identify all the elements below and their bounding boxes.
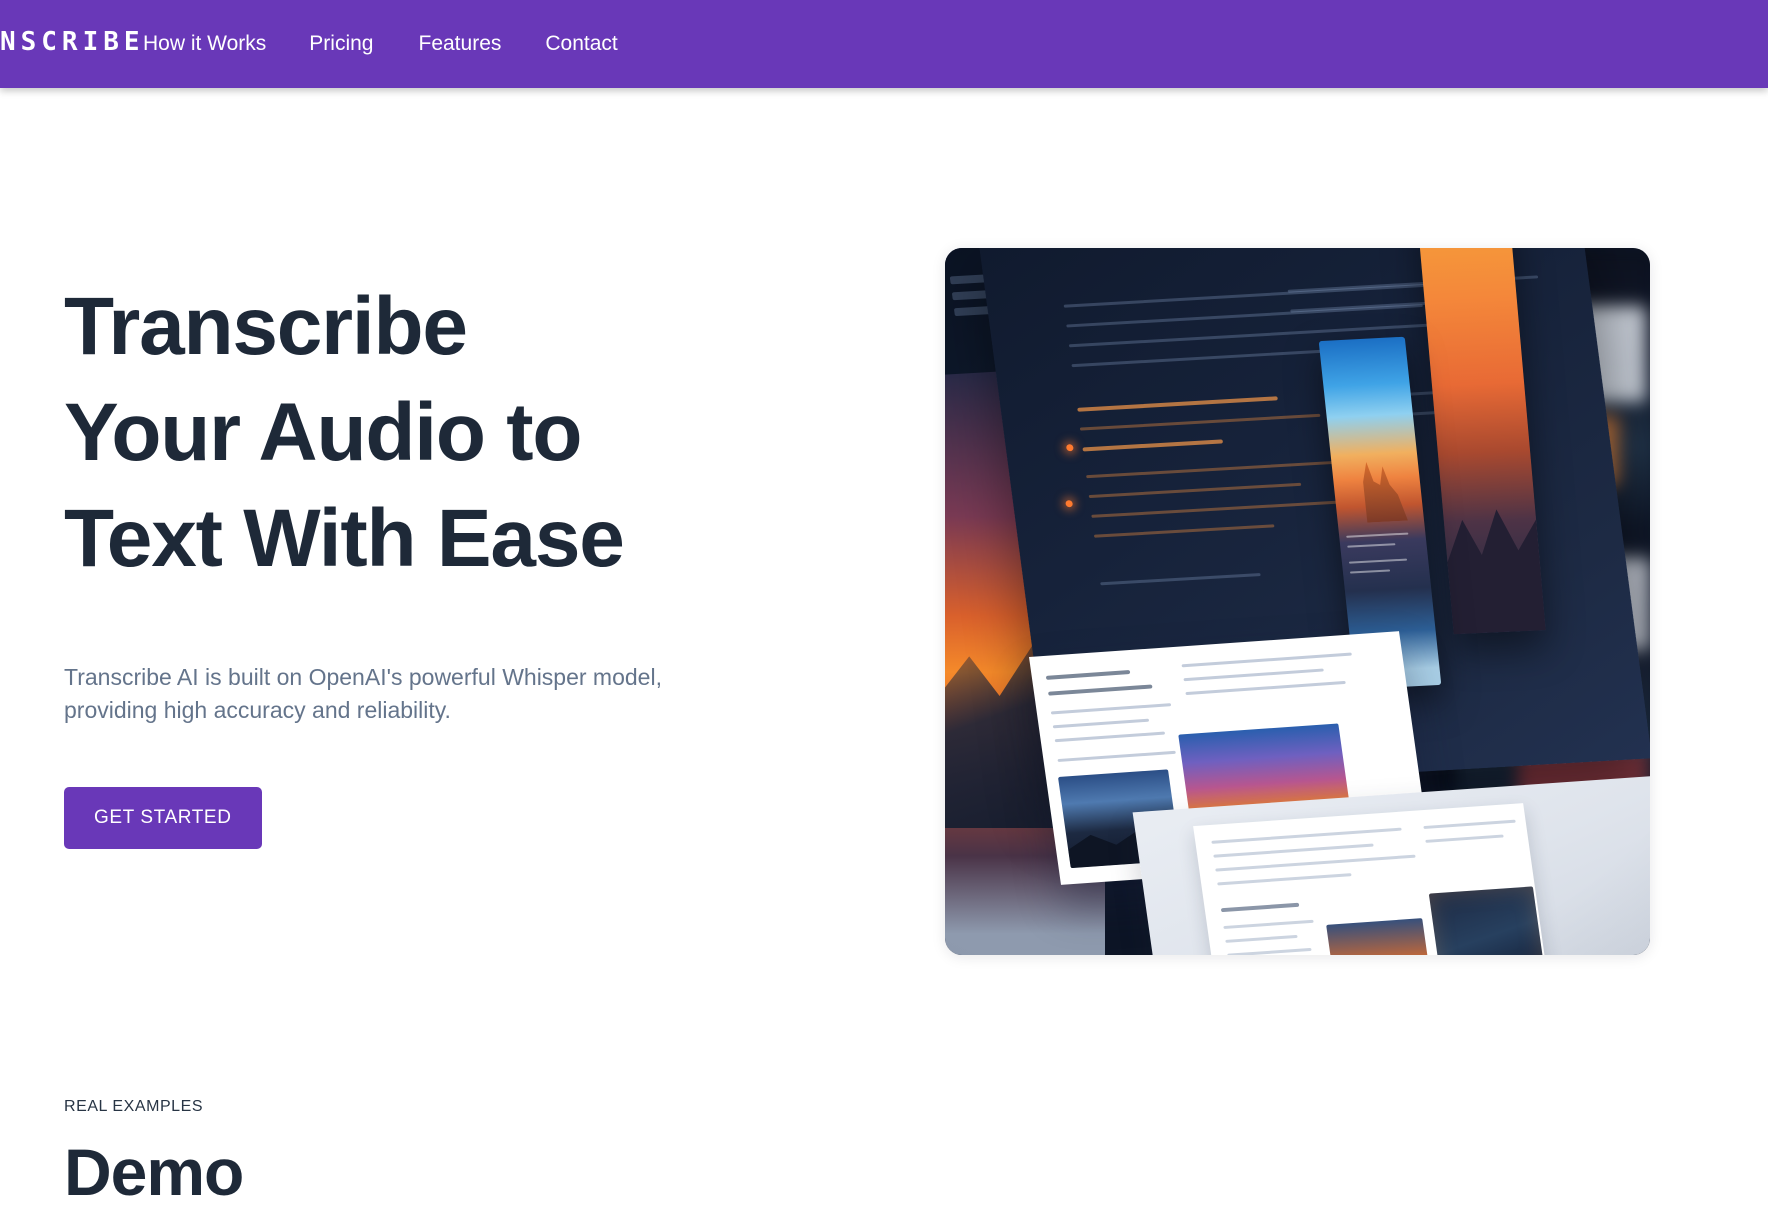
nav-links: How it Works Pricing Features Contact: [143, 0, 618, 88]
hero-title-line-1: Transcribe: [64, 281, 468, 372]
hero-title-line-3: Text With Ease: [64, 492, 625, 584]
demo-section: REAL EXAMPLES Demo: [64, 1098, 964, 1207]
brand-logo[interactable]: TRANSCRIBE: [0, 27, 145, 57]
hero-image: [945, 248, 1650, 955]
nav-link-features[interactable]: Features: [419, 32, 502, 56]
top-navigation-bar: TRANSCRIBE How it Works Pricing Features…: [0, 0, 1768, 88]
hero-image-artwork: [945, 248, 1650, 955]
landing-page: TRANSCRIBE How it Works Pricing Features…: [0, 0, 1768, 1212]
nav-link-contact[interactable]: Contact: [545, 32, 617, 56]
demo-eyebrow-label: REAL EXAMPLES: [64, 1098, 204, 1115]
demo-section-title: Demo: [64, 1135, 244, 1209]
hero-section: Transcribe Your Audio to Text With Ease …: [0, 88, 1768, 1048]
nav-link-how-it-works[interactable]: How it Works: [143, 32, 266, 56]
page-title: Transcribe Your Audio to Text With Ease: [64, 274, 784, 591]
hero-copy: Transcribe Your Audio to Text With Ease …: [64, 274, 784, 849]
nav-link-pricing[interactable]: Pricing: [309, 32, 373, 56]
hero-subtitle: Transcribe AI is built on OpenAI's power…: [64, 664, 662, 723]
get-started-button[interactable]: GET STARTED: [64, 786, 262, 849]
hero-title-line-2: Your Audio to: [64, 386, 582, 478]
